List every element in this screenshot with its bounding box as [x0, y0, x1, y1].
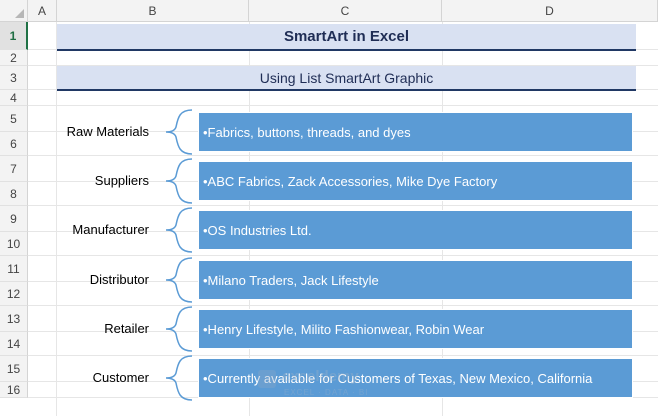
row-header-7[interactable]: 7: [0, 156, 28, 182]
row-header-1[interactable]: 1: [0, 22, 28, 50]
smartart-graphic[interactable]: Raw Materials •Fabrics, buttons, threads…: [57, 105, 636, 405]
brace-icon: [165, 257, 193, 303]
row-header-6[interactable]: 6: [0, 132, 28, 156]
smartart-box[interactable]: •Currently available for Customers of Te…: [198, 358, 633, 398]
row-header-5[interactable]: 5: [0, 106, 28, 132]
row-header-11[interactable]: 11: [0, 256, 28, 282]
column-header-d[interactable]: D: [442, 0, 658, 22]
brace-icon: [165, 158, 193, 204]
brace-icon: [165, 306, 193, 352]
smartart-box[interactable]: •Fabrics, buttons, threads, and dyes: [198, 112, 633, 152]
brace-icon: [165, 207, 193, 253]
row-header-3[interactable]: 3: [0, 66, 28, 90]
row-header-12[interactable]: 12: [0, 282, 28, 306]
smartart-label: Retailer: [104, 321, 149, 336]
smartart-box[interactable]: •Milano Traders, Jack Lifestyle: [198, 260, 633, 300]
spreadsheet: A B C D 1 2 3 4 5 6 7 8 9 10 11 12 13 14 15 16 SmartArt…: [0, 0, 658, 416]
row-header-15[interactable]: 15: [0, 356, 28, 382]
smartart-label: Suppliers: [94, 173, 149, 188]
column-header-a[interactable]: A: [28, 0, 57, 22]
smartart-box[interactable]: •OS Industries Ltd.: [198, 210, 633, 250]
column-header-b[interactable]: B: [57, 0, 249, 22]
smartart-label: Raw Materials: [66, 124, 149, 139]
smartart-box[interactable]: •Henry Lifestyle, Milito Fashionwear, Ro…: [198, 309, 633, 349]
row-header-10[interactable]: 10: [0, 232, 28, 256]
subtitle-cell[interactable]: Using List SmartArt Graphic: [57, 66, 636, 91]
title-cell[interactable]: SmartArt in Excel: [57, 24, 636, 51]
select-all-triangle-icon: [15, 9, 24, 18]
row-header-8[interactable]: 8: [0, 182, 28, 206]
row-header-13[interactable]: 13: [0, 306, 28, 332]
smartart-box[interactable]: •ABC Fabrics, Zack Accessories, Mike Dye…: [198, 161, 633, 201]
row-header-9[interactable]: 9: [0, 206, 28, 232]
row-header-4[interactable]: 4: [0, 90, 28, 106]
brace-icon: [165, 355, 193, 401]
row-header-16[interactable]: 16: [0, 382, 28, 398]
row-header-2[interactable]: 2: [0, 50, 28, 66]
select-all-corner[interactable]: [0, 0, 28, 22]
smartart-label: Manufacturer: [72, 222, 149, 237]
smartart-label: Distributor: [89, 272, 149, 287]
smartart-label: Customer: [92, 370, 149, 385]
column-header-c[interactable]: C: [249, 0, 442, 22]
row-header-14[interactable]: 14: [0, 332, 28, 356]
brace-icon: [165, 109, 193, 155]
